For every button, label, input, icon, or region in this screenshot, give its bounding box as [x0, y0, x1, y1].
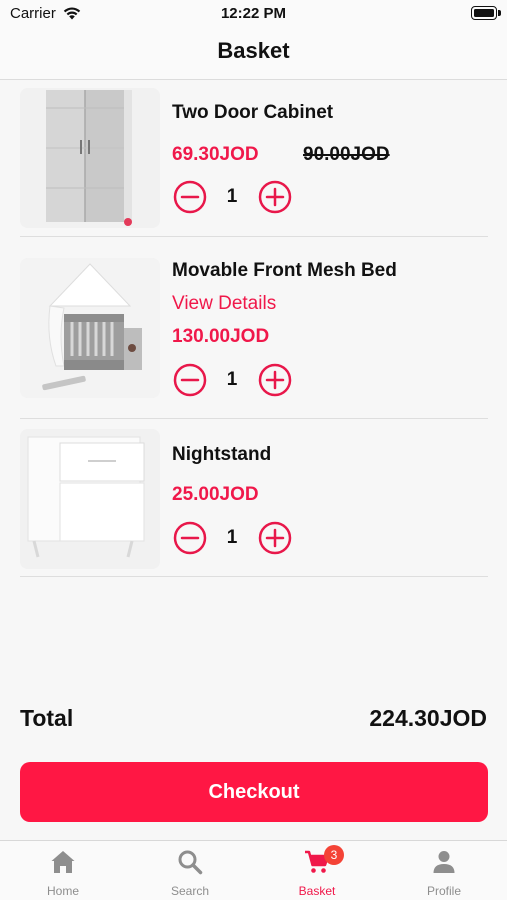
- tab-label: Profile: [426, 884, 461, 898]
- increase-quantity-button[interactable]: [258, 521, 292, 555]
- status-bar: Carrier 12:22 PM: [0, 0, 507, 28]
- home-icon: [51, 851, 75, 873]
- nightstand-image: [20, 429, 160, 569]
- cart-count-badge: 3: [324, 845, 344, 865]
- tab-label: Basket: [298, 884, 336, 898]
- page-title: Basket: [217, 38, 290, 63]
- status-time: 12:22 PM: [220, 5, 287, 22]
- person-icon: [433, 851, 455, 873]
- decrease-quantity-button[interactable]: [173, 180, 207, 214]
- tab-profile[interactable]: Profile: [381, 841, 507, 900]
- item-name: Movable Front Mesh Bed: [172, 260, 397, 281]
- tab-label: Home: [46, 884, 79, 898]
- battery-tip: [498, 10, 501, 16]
- increase-quantity-button[interactable]: [258, 363, 292, 397]
- total-label: Total: [20, 705, 74, 731]
- nav-header: Basket: [0, 28, 507, 80]
- basket-item-nightstand: Nightstand 25.00JOD 1: [20, 419, 488, 577]
- quantity-value: 1: [226, 186, 238, 207]
- basket-item-bed: Movable Front Mesh Bed View Details 130.…: [20, 237, 488, 419]
- tab-label: Search: [170, 884, 210, 898]
- basket-item-cabinet: Two Door Cabinet 69.30JOD 90.00JOD 1: [20, 80, 488, 237]
- item-price: 69.30JOD: [172, 144, 259, 165]
- cabinet-image: [20, 88, 160, 228]
- tab-home[interactable]: Home: [0, 841, 126, 900]
- item-price: 130.00JOD: [172, 326, 270, 347]
- item-price: 25.00JOD: [172, 484, 259, 505]
- battery-icon: [471, 6, 497, 20]
- item-name: Nightstand: [172, 444, 272, 465]
- increase-quantity-button[interactable]: [258, 180, 292, 214]
- view-details-link[interactable]: View Details: [172, 293, 276, 315]
- tab-bar: Home Search 3 Basket Profile: [0, 840, 507, 900]
- checkout-button[interactable]: Checkout: [20, 762, 488, 822]
- quantity-value: 1: [226, 369, 238, 390]
- decrease-quantity-button[interactable]: [173, 363, 207, 397]
- quantity-value: 1: [226, 527, 238, 548]
- item-old-price: 90.00JOD: [303, 144, 390, 165]
- search-icon: [178, 850, 203, 875]
- tab-basket[interactable]: 3 Basket: [254, 841, 380, 900]
- total-value: 224.30JOD: [369, 705, 487, 731]
- bed-image: [20, 258, 160, 398]
- tab-search[interactable]: Search: [127, 841, 253, 900]
- decrease-quantity-button[interactable]: [173, 521, 207, 555]
- item-name: Two Door Cabinet: [172, 102, 334, 123]
